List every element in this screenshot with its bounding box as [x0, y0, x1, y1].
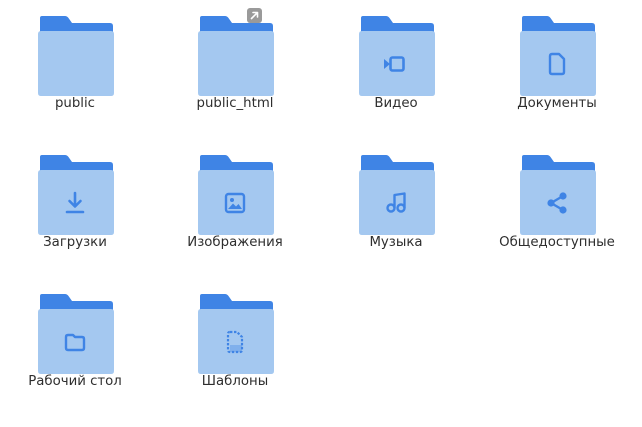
folder-label: public: [54, 96, 95, 111]
folder-label: Рабочий стол: [28, 374, 122, 389]
folder-label: public_html: [196, 96, 274, 111]
folder-item-public[interactable]: public: [0, 0, 150, 132]
file-icon-grid: public public_html Видео Документы Загру…: [0, 0, 642, 427]
desktop-emblem-icon: [61, 328, 89, 356]
template-emblem-icon: [221, 328, 249, 356]
folder-item-downloads[interactable]: Загрузки: [0, 139, 150, 271]
folder-item-desktop[interactable]: Рабочий стол: [0, 278, 150, 410]
share-emblem-icon: [543, 189, 571, 217]
picture-emblem-icon: [221, 189, 249, 217]
folder-label: Музыка: [369, 235, 423, 250]
folder-label: Общедоступные: [499, 235, 615, 250]
video-emblem-icon: [382, 50, 410, 78]
folder-icon: [197, 14, 275, 96]
folder-item-music[interactable]: Музыка: [321, 139, 471, 271]
folder-label: Изображения: [187, 235, 283, 250]
folder-documents-icon: [519, 14, 597, 96]
folder-label: Видео: [374, 96, 418, 111]
folder-downloads-icon: [37, 153, 115, 235]
folder-publicshare-icon: [519, 153, 597, 235]
folder-videos-icon: [358, 14, 436, 96]
folder-item-templates[interactable]: Шаблоны: [160, 278, 310, 410]
folder-item-pictures[interactable]: Изображения: [160, 139, 310, 271]
folder-label: Загрузки: [43, 235, 107, 250]
folder-item-documents[interactable]: Документы: [482, 0, 632, 132]
download-emblem-icon: [61, 189, 89, 217]
folder-item-public-share[interactable]: Общедоступные: [482, 139, 632, 271]
document-emblem-icon: [543, 50, 571, 78]
folder-icon: [37, 14, 115, 96]
folder-pictures-icon: [197, 153, 275, 235]
music-emblem-icon: [382, 189, 410, 217]
folder-label: Шаблоны: [201, 374, 269, 389]
folder-item-videos[interactable]: Видео: [321, 0, 471, 132]
folder-label: Документы: [517, 96, 597, 111]
folder-desktop-icon: [37, 292, 115, 374]
folder-templates-icon: [197, 292, 275, 374]
folder-music-icon: [358, 153, 436, 235]
folder-item-public-html[interactable]: public_html: [160, 0, 310, 132]
